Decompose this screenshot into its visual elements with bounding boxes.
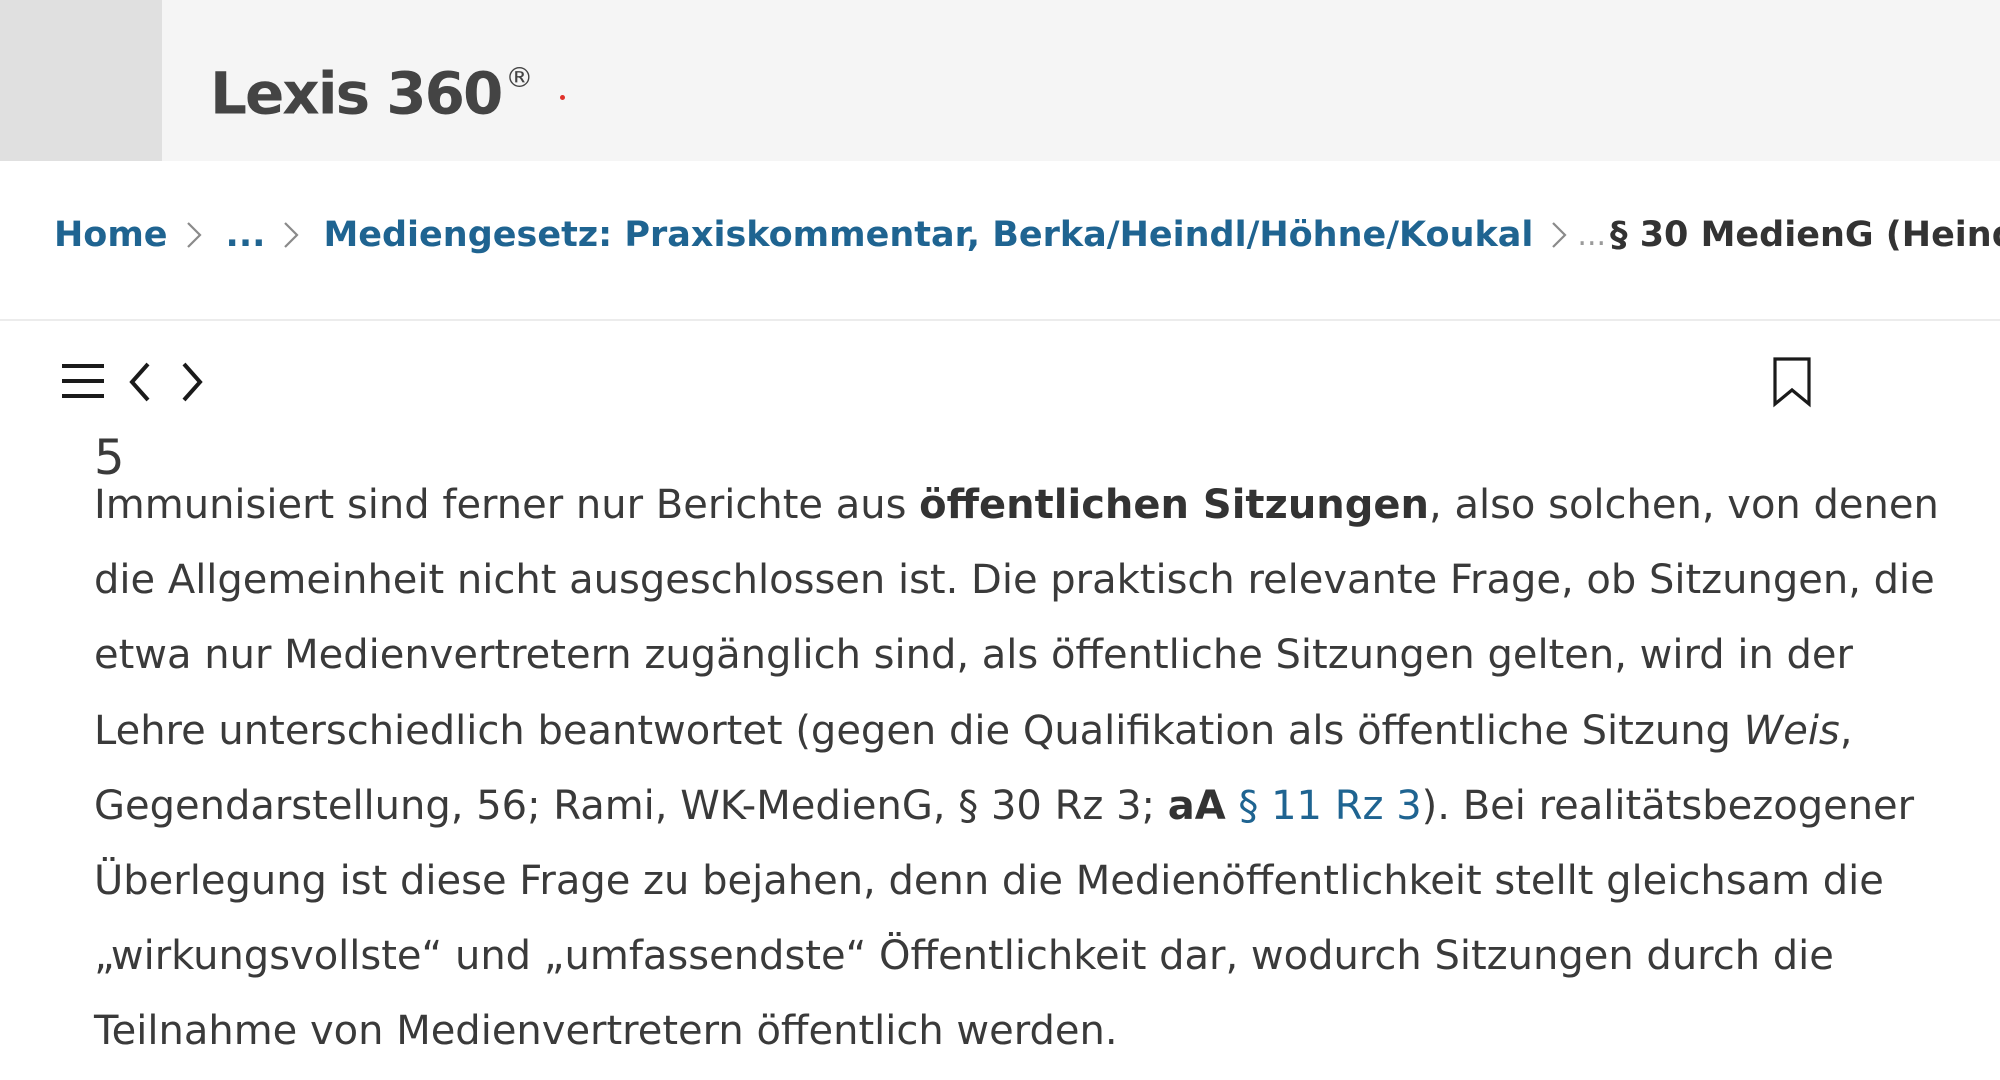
logo-text: Lexis 360 xyxy=(210,59,503,128)
header-divider xyxy=(0,319,2000,321)
hamburger-menu-icon[interactable] xyxy=(60,360,108,404)
logo-accent-dot xyxy=(560,95,565,100)
breadcrumb-ellipsis-link[interactable]: ... xyxy=(226,215,266,255)
bold-aa: aA xyxy=(1167,782,1226,829)
breadcrumb-book-link[interactable]: Mediengesetz: Praxiskommentar, Berka/Hei… xyxy=(323,215,1533,255)
text-segment: Immunisiert sind ferner nur Berichte aus xyxy=(94,482,920,528)
bookmark-icon[interactable] xyxy=(1770,356,1814,408)
breadcrumb-current: § 30 MedienG (Heindl) xyxy=(1610,215,2000,255)
text-segment xyxy=(1226,783,1239,829)
chevron-left-icon[interactable] xyxy=(124,358,156,406)
italic-author: Weis xyxy=(1743,707,1840,754)
breadcrumb: Home ... Mediengesetz: Praxiskommentar, … xyxy=(54,205,2000,265)
breadcrumb-home-link[interactable]: Home xyxy=(54,215,168,255)
paragraph-text: Immunisiert sind ferner nur Berichte aus… xyxy=(94,468,1964,1070)
chevron-right-icon xyxy=(281,217,301,253)
chevron-right-icon xyxy=(1549,217,1569,253)
breadcrumb-overflow: ... xyxy=(1577,217,1607,253)
cross-reference-link[interactable]: § 11 Rz 3 xyxy=(1238,783,1421,829)
app-header: Lexis 360 ® xyxy=(0,0,2000,161)
chevron-right-icon xyxy=(184,217,204,253)
bold-term: öffentlichen Sitzungen xyxy=(919,482,1430,528)
registered-mark: ® xyxy=(505,61,533,94)
chevron-right-icon[interactable] xyxy=(176,358,208,406)
lexis-360-logo[interactable]: Lexis 360 ® xyxy=(210,44,533,133)
header-side-block[interactable] xyxy=(0,0,162,161)
